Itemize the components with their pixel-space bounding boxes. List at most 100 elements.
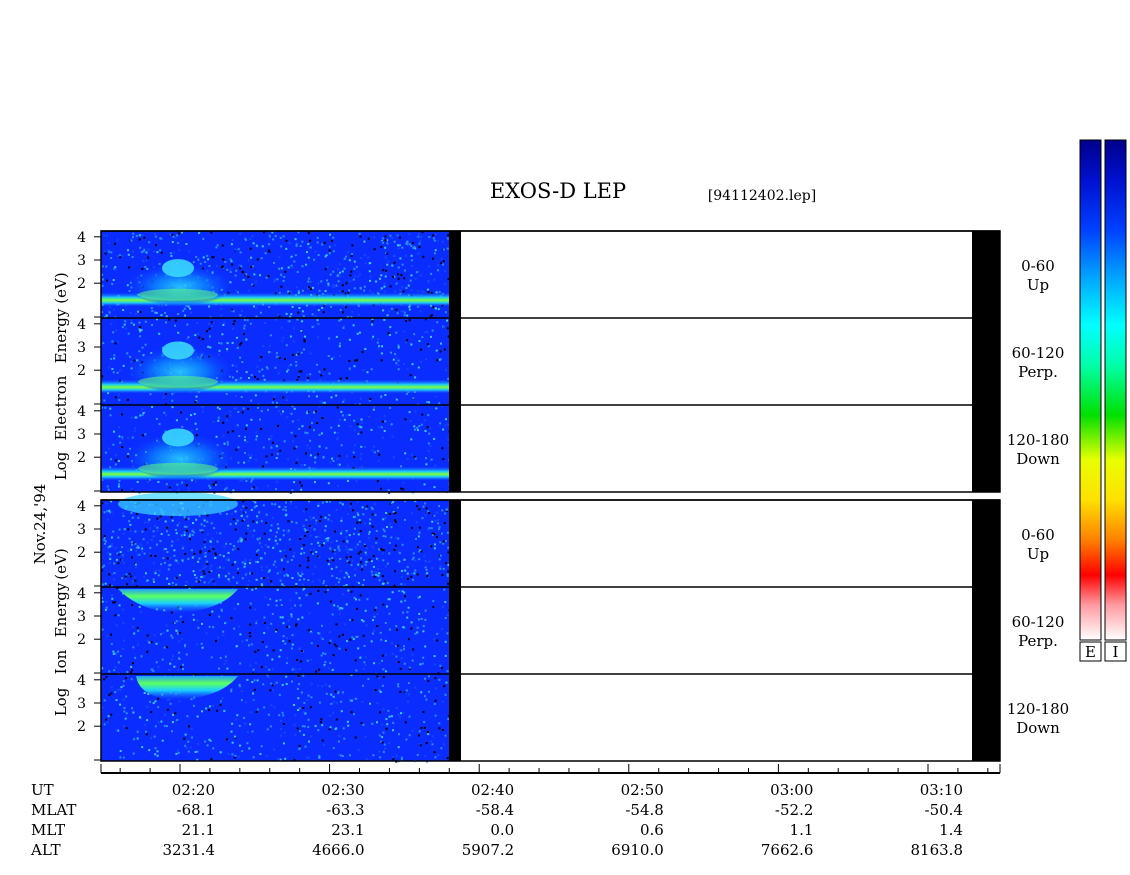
ion-ylabel-3: Energy xyxy=(52,582,70,637)
data-gap-bar xyxy=(449,231,461,318)
energy-tick-label: 3 xyxy=(77,427,86,443)
electron-ylabel-4: (eV) xyxy=(52,272,70,303)
panel-ion-3 xyxy=(101,674,1000,763)
ephemeris-value: 4666.0 xyxy=(312,841,365,859)
energy-tick-label: 2 xyxy=(77,363,86,379)
ephemeris-value: -63.3 xyxy=(326,801,364,819)
pitch-range-label: 0-60 xyxy=(1021,526,1055,544)
pitch-dir-label: Down xyxy=(1016,719,1060,737)
figure-title: EXOS-D LEP xyxy=(490,179,626,203)
energy-tick-label: 2 xyxy=(77,632,86,648)
energy-tick-label: 3 xyxy=(77,522,86,538)
ephemeris-table: UT 02:20 02:30 02:40 02:50 03:00 03:10 MLAT -68.… xyxy=(30,781,963,859)
ion-ylabel: Log Ion Energy (eV) xyxy=(52,548,70,716)
ephemeris-value: 5907.2 xyxy=(462,841,515,859)
energy-tick-label: 3 xyxy=(77,340,86,356)
ephemeris-value: 02:40 xyxy=(471,781,514,799)
pitch-dir-label: Up xyxy=(1027,276,1049,294)
energy-tick-label: 2 xyxy=(77,276,86,292)
ephemeris-row-label: MLAT xyxy=(31,801,76,819)
inverted-v-structure xyxy=(125,341,235,393)
ephemeris-value: 6910.0 xyxy=(611,841,664,859)
data-gap-bar xyxy=(449,587,461,674)
energy-tick-label: 4 xyxy=(77,499,86,515)
panel-ion-2 xyxy=(101,587,1000,676)
ion-ylabel-2: Ion xyxy=(52,649,70,674)
colorbar-ion xyxy=(1104,139,1127,641)
end-bar xyxy=(972,674,1000,761)
ephemeris-value: 21.1 xyxy=(182,821,215,839)
end-bar xyxy=(972,231,1000,318)
spectrogram-figure: EXOS-D LEP [94112402.lep] Nov.24,'94 Log… xyxy=(30,139,1127,859)
data-gap-bar xyxy=(449,318,461,405)
ephemeris-row-label: MLT xyxy=(31,821,65,839)
electron-ylabel-3: Energy xyxy=(52,308,70,363)
ephemeris-value: -58.4 xyxy=(476,801,514,819)
pitch-dir-label: Perp. xyxy=(1018,363,1058,381)
ion-ylabel-1: Log xyxy=(52,687,70,716)
ephemeris-value: 0.0 xyxy=(490,821,514,839)
end-bar xyxy=(972,405,1000,492)
panel-electron-2 xyxy=(101,318,1000,407)
panel-electron-3 xyxy=(101,405,1000,494)
energy-tick-label: 2 xyxy=(77,450,86,466)
pitch-dir-label: Down xyxy=(1016,450,1060,468)
pitch-dir-label: Up xyxy=(1027,545,1049,563)
ephemeris-value: 3231.4 xyxy=(163,841,216,859)
energy-tick-label: 4 xyxy=(77,404,86,420)
data-gap-bar xyxy=(449,405,461,492)
energy-tick-label: 4 xyxy=(77,230,86,246)
date-label: Nov.24,'94 xyxy=(31,484,49,565)
energy-tick-label: 2 xyxy=(77,719,86,735)
ion-beam-up xyxy=(118,492,238,516)
energy-tick-label: 4 xyxy=(77,317,86,333)
inverted-v-structure xyxy=(125,258,235,306)
ion-ylabel-4: (eV) xyxy=(52,548,70,579)
energy-tick-label: 4 xyxy=(77,673,86,689)
ephemeris-value: 1.4 xyxy=(939,821,963,839)
ephemeris-value: 03:00 xyxy=(770,781,813,799)
time-axis xyxy=(100,764,1001,774)
end-bar xyxy=(972,587,1000,674)
ephemeris-row-label: UT xyxy=(31,781,54,799)
pitch-range-label: 120-180 xyxy=(1007,700,1069,718)
ephemeris-value: 03:10 xyxy=(920,781,963,799)
end-bar xyxy=(972,318,1000,405)
energy-tick-label: 3 xyxy=(77,609,86,625)
electron-ylabel-2: Electron xyxy=(52,375,70,440)
ephemeris-value: 1.1 xyxy=(790,821,814,839)
pitch-range-label: 60-120 xyxy=(1012,344,1065,362)
ephemeris-value: 02:50 xyxy=(621,781,664,799)
panel-electron-1 xyxy=(101,231,1000,320)
ephemeris-value: -68.1 xyxy=(177,801,215,819)
end-bar xyxy=(972,500,1000,587)
data-gap-bar xyxy=(449,674,461,761)
ephemeris-value: -50.4 xyxy=(925,801,963,819)
pitch-range-label: 0-60 xyxy=(1021,257,1055,275)
pitch-angle-labels: 0-60Up60-120Perp.120-180Down0-60Up60-120… xyxy=(1007,257,1069,737)
energy-tick-label: 3 xyxy=(77,253,86,269)
pitch-range-label: 60-120 xyxy=(1012,613,1065,631)
ephemeris-value: 7662.6 xyxy=(761,841,814,859)
colorbar-electron xyxy=(1079,139,1102,641)
spectrogram-panels xyxy=(101,231,1000,763)
colorbar-ion-label: I xyxy=(1113,643,1119,661)
pitch-dir-label: Perp. xyxy=(1018,632,1058,650)
energy-tick-label: 4 xyxy=(77,586,86,602)
ephemeris-value: 0.6 xyxy=(640,821,664,839)
panel-ion-1 xyxy=(101,492,1000,589)
file-label: [94112402.lep] xyxy=(708,188,816,204)
ephemeris-value: 02:20 xyxy=(172,781,215,799)
ephemeris-value: -52.2 xyxy=(775,801,813,819)
electron-ylabel: Log Electron Energy (eV) xyxy=(52,272,70,480)
ephemeris-row-label: ALT xyxy=(30,841,61,859)
pitch-range-label: 120-180 xyxy=(1007,431,1069,449)
data-gap-bar xyxy=(449,500,461,587)
inverted-v-structure xyxy=(125,428,235,480)
ephemeris-value: -54.8 xyxy=(625,801,663,819)
colorbars: E I xyxy=(1079,139,1127,662)
energy-tick-label: 3 xyxy=(77,696,86,712)
colorbar-electron-label: E xyxy=(1085,643,1096,661)
electron-ylabel-1: Log xyxy=(52,451,70,480)
ephemeris-value: 02:30 xyxy=(321,781,364,799)
